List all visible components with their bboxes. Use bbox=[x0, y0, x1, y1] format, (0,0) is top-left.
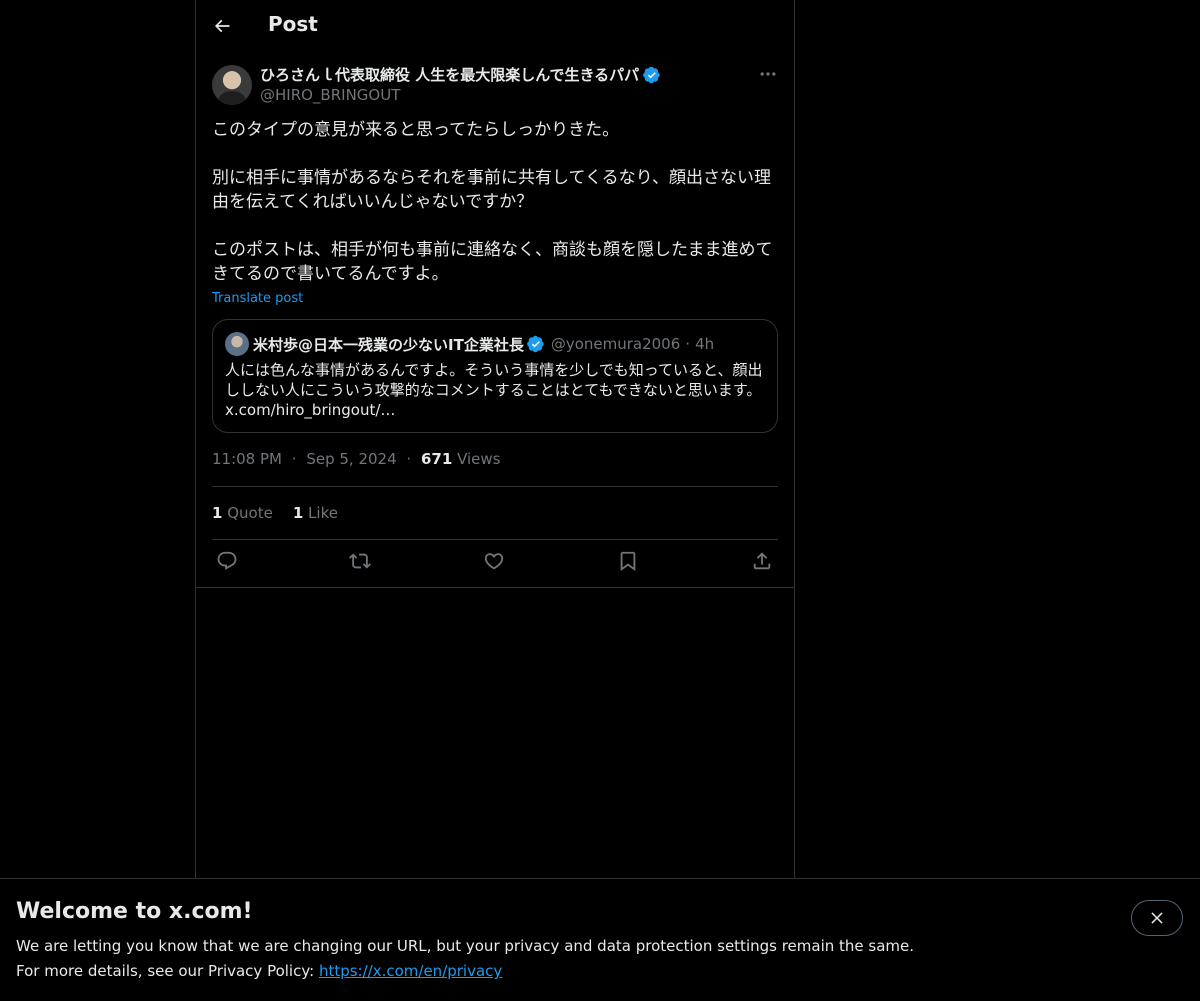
separator-dot: · bbox=[406, 450, 412, 468]
separator-dot: · bbox=[685, 335, 691, 353]
separator-dot: · bbox=[291, 450, 297, 468]
author-handle[interactable]: @HIRO_BRINGOUT bbox=[260, 86, 400, 104]
quoted-post-header: 米村歩@日本一残業の少ないIT企業社長 @yonemura2006 · 4h bbox=[225, 332, 714, 356]
quoted-text-line: 人には色んな事情があるんですよ。そういう事情を少しでも知っていると、顔出 bbox=[225, 361, 763, 379]
heart-icon bbox=[484, 553, 504, 570]
reply-button[interactable] bbox=[216, 550, 240, 574]
more-button[interactable] bbox=[758, 64, 778, 84]
page-title: Post bbox=[268, 12, 318, 36]
banner-message: We are letting you know that we are chan… bbox=[16, 937, 915, 955]
repost-button[interactable] bbox=[349, 550, 373, 574]
divider bbox=[212, 486, 778, 487]
quoted-post-text: 人には色んな事情があるんですよ。そういう事情を少しでも知っていると、顔出 ししな… bbox=[225, 360, 767, 420]
post-text-line: このタイプの意見が来ると思ってたらしっかりきた。 bbox=[212, 120, 620, 140]
banner-privacy-note: For more details, see our Privacy Policy… bbox=[16, 962, 502, 980]
verified-badge-icon bbox=[526, 335, 544, 353]
primary-column: Post ひろさんｌ代表取締役 人生を最大限楽しんで生きるパパ @HIRO_BR… bbox=[195, 0, 795, 878]
translate-post-link[interactable]: Translate post bbox=[212, 291, 303, 306]
page-header: Post bbox=[196, 0, 794, 53]
quoted-author-name: 米村歩@日本一残業の少ないIT企業社長 bbox=[253, 335, 524, 354]
close-icon bbox=[1151, 912, 1163, 924]
share-icon bbox=[753, 552, 771, 570]
quoted-post-time: 4h bbox=[695, 335, 715, 353]
quoted-author-handle: @yonemura2006 bbox=[550, 335, 681, 353]
reply-icon bbox=[217, 551, 237, 570]
post-time[interactable]: 11:08 PM bbox=[212, 450, 282, 468]
author-name-row[interactable]: ひろさんｌ代表取締役 人生を最大限楽しんで生きるパパ bbox=[260, 64, 661, 85]
banner-title: Welcome to x.com! bbox=[16, 899, 253, 924]
verified-badge-icon bbox=[643, 66, 660, 83]
like-count: 1 bbox=[292, 504, 304, 522]
back-button[interactable] bbox=[204, 8, 240, 44]
quoted-avatar bbox=[225, 332, 249, 356]
likes-link[interactable]: 1 Like bbox=[293, 504, 338, 522]
post-text-line: このポストは、相手が何も事前に連絡なく、商談も顔を隠したまま進めて bbox=[212, 240, 773, 260]
share-button[interactable] bbox=[751, 550, 775, 574]
post-meta: 11:08 PM · Sep 5, 2024 · 671 Views bbox=[212, 450, 500, 468]
quotes-link[interactable]: 1 Quote bbox=[212, 504, 273, 522]
post-text-line: きてるので書いてるんですよ。 bbox=[212, 264, 449, 284]
post-stats: 1 Quote 1 Like bbox=[212, 504, 338, 522]
quote-label: Quote bbox=[227, 504, 273, 522]
post-text-line: 由を伝えてくればいいんじゃないですか？ bbox=[212, 192, 534, 212]
welcome-banner: Welcome to x.com! We are letting you kno… bbox=[0, 878, 1200, 1001]
quoted-post[interactable]: 米村歩@日本一残業の少ないIT企業社長 @yonemura2006 · 4h 人… bbox=[212, 319, 778, 433]
post-text: このタイプの意見が来ると思ってたらしっかりきた。 別に相手に事情があるならそれを… bbox=[212, 118, 778, 286]
post-text-spacer bbox=[212, 142, 778, 166]
views-label: Views bbox=[457, 450, 501, 468]
post-date[interactable]: Sep 5, 2024 bbox=[306, 450, 396, 468]
quote-count: 1 bbox=[212, 504, 223, 522]
like-button[interactable] bbox=[483, 550, 507, 574]
post-author: ひろさんｌ代表取締役 人生を最大限楽しんで生きるパパ @HIRO_BRINGOU… bbox=[212, 64, 778, 108]
close-banner-button[interactable] bbox=[1131, 900, 1183, 936]
banner-privacy-prefix: For more details, see our Privacy Policy… bbox=[16, 962, 319, 980]
divider bbox=[196, 587, 794, 588]
bookmark-icon bbox=[620, 551, 636, 572]
post-text-spacer bbox=[212, 214, 778, 238]
post-text-line: 別に相手に事情があるならそれを事前に共有してくるなり、顔出さない理 bbox=[212, 168, 771, 188]
arrow-left-icon bbox=[214, 19, 230, 33]
more-horizontal-icon bbox=[760, 72, 776, 76]
bookmark-button[interactable] bbox=[617, 550, 641, 574]
privacy-policy-link[interactable]: https://x.com/en/privacy bbox=[319, 962, 502, 980]
quoted-text-line: x.com/hiro_bringout/… bbox=[225, 401, 396, 419]
avatar[interactable] bbox=[212, 65, 252, 105]
views-count: 671 bbox=[420, 450, 453, 468]
author-display-name[interactable]: ひろさんｌ代表取締役 人生を最大限楽しんで生きるパパ bbox=[260, 64, 639, 85]
quoted-text-line: ししない人にこういう攻撃的なコメントすることはとてもできないと思います。 bbox=[225, 381, 762, 399]
post-actions bbox=[212, 550, 778, 576]
like-label: Like bbox=[308, 504, 338, 522]
quoted-author-name-row: 米村歩@日本一残業の少ないIT企業社長 bbox=[253, 334, 545, 355]
repost-icon bbox=[349, 553, 371, 569]
divider bbox=[212, 539, 778, 540]
